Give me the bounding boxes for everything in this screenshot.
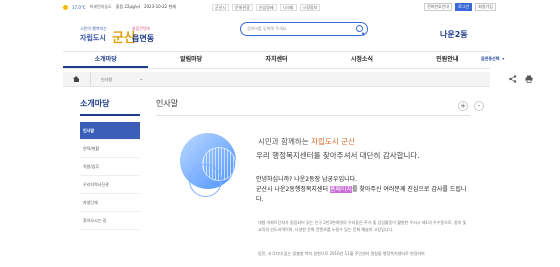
greeting-headline-highlight: 자립도시 군산 <box>311 137 355 146</box>
site-logo[interactable]: 시민이 행복하는 자립도시 군산 통합콘텐츠 읍면동 <box>78 24 158 48</box>
home-icon[interactable] <box>73 76 80 82</box>
main-content: 인사말 + - <box>156 98 484 116</box>
greeting-subline: 우리 행정복지센터를 찾아주셔서 대단히 감사합니다. <box>256 151 420 160</box>
logo-city-text: 자립도시 <box>80 34 106 42</box>
nav-autonomy[interactable]: 자치센터 <box>234 52 319 68</box>
site-header: 시민이 행복하는 자립도시 군산 통합콘텐츠 읍면동 검색어를 입력해 주세요.… <box>0 14 560 50</box>
intro-line-1: 안녕하십니까? 나운2동장 남궁우입니다. <box>256 176 358 183</box>
search-icon[interactable] <box>356 25 363 32</box>
body-paragraph-1: 대형 아파트단지가 밀집되어 있는 인구 2만3천여명의 우리동은 주거 및 상… <box>258 220 467 232</box>
share-icon[interactable] <box>509 75 517 83</box>
left-nav-groups[interactable]: 자생단체 <box>80 194 140 212</box>
weather-widget: 17.0°C 미세먼지농도 좋음 22μg/㎥ 2023-10-22 현재 <box>63 4 176 10</box>
left-nav-title: 소개마당 <box>80 98 140 116</box>
greeting-headline: 시민과 함께하는 자립도시 군산 <box>258 136 355 147</box>
breadcrumb-current[interactable]: 인사말 <box>101 77 112 83</box>
dust-level: 좋음 22μg/㎥ <box>115 4 140 9</box>
top-right-buttons: 전화번호안내 로그인 회원가입 <box>424 3 496 11</box>
top-link-info[interactable]: 시정정보 <box>299 4 321 11</box>
dong-select[interactable]: 읍면동선택 <box>481 56 521 62</box>
nav-civil[interactable]: 민원안내 <box>405 52 490 68</box>
search-box[interactable]: 검색어를 입력해 주세요. <box>240 22 368 36</box>
signup-button[interactable]: 회원가입 <box>475 3 496 11</box>
left-nav-gallery[interactable]: 우리지역사진관 <box>80 176 140 194</box>
left-nav-directions[interactable]: 찾아오시는 길 <box>80 212 140 230</box>
intro-line-2: 군산시 나운2동행정복지센터 홈페이지를 찾아주신 여러분께 진심으로 감사를 … <box>256 185 472 205</box>
nav-news[interactable]: 시정소식 <box>319 52 404 68</box>
weather-date: 2023-10-22 현재 <box>143 4 176 9</box>
top-link-economy[interactable]: 산업경제 <box>255 4 277 11</box>
left-nav-greeting[interactable]: 인사말 <box>80 122 140 140</box>
chevron-down-icon[interactable]: ⌄ <box>139 76 143 82</box>
zoom-in-button[interactable]: + <box>458 101 468 111</box>
top-utility-bar: 17.0°C 미세먼지농도 좋음 22μg/㎥ 2023-10-22 현재 군산… <box>0 0 560 14</box>
temperature: 17.0°C <box>72 4 86 10</box>
search-placeholder: 검색어를 입력해 주세요. <box>247 26 288 31</box>
dong-name: 나운2동 <box>440 30 468 39</box>
zoom-out-button[interactable]: - <box>474 101 484 111</box>
weather-label: 미세먼지농도 <box>89 4 112 9</box>
login-button[interactable]: 로그인 <box>455 3 473 11</box>
ring-graphic <box>189 164 222 197</box>
top-link-gunsan[interactable]: 군산시 <box>212 4 230 11</box>
main-nav: 소개마당 알림마당 자치센터 시정소식 민원안내 읍면동선택 <box>63 51 499 69</box>
top-link-council[interactable]: 시의회 <box>279 4 297 11</box>
logo-slogan: 시민이 행복하는 <box>80 26 108 31</box>
phone-guide-button[interactable]: 전화번호안내 <box>424 3 453 11</box>
nav-notice[interactable]: 알림마당 <box>148 52 233 68</box>
intro-text: 안녕하십니까? 나운2동장 남궁우입니다. 군산시 나운2동행정복지센터 홈페이… <box>256 175 472 205</box>
greeting-headline-a: 시민과 함께하는 <box>258 137 312 146</box>
page-title: 인사말 <box>156 98 470 116</box>
top-links: 군산시 문화관광 산업경제 시의회 시정정보 <box>212 4 321 11</box>
left-nav-staff[interactable]: 직원/업무 <box>80 158 140 176</box>
breadcrumb: 인사말 ⌄ <box>63 72 533 87</box>
nav-intro[interactable]: 소개마당 <box>63 52 149 68</box>
sun-icon <box>63 4 68 10</box>
logo-town: 읍면동 <box>132 34 155 43</box>
left-nav-history[interactable]: 연혁/현황 <box>80 140 140 158</box>
left-nav-menu: 인사말 연혁/현황 직원/업무 우리지역사진관 자생단체 찾아오시는 길 <box>80 122 140 230</box>
print-icon[interactable] <box>525 75 533 83</box>
logo-tag: 통합콘텐츠 <box>132 26 151 31</box>
greeting-illustration <box>180 133 240 197</box>
top-link-tourism[interactable]: 문화관광 <box>232 4 253 11</box>
left-nav: 소개마당 인사말 연혁/현황 직원/업무 우리지역사진관 자생단체 찾아오시는 … <box>80 98 140 230</box>
intro-line-2a: 군산시 나운2동행정복지센터 <box>256 186 330 193</box>
breadcrumb-divider <box>90 72 91 87</box>
intro-highlight: 홈페이지 <box>329 186 352 193</box>
body-paragraph-2: 동민, 사각지대 없는 맞춤형 복지 실현으로 2016년 11월 주민센터 명… <box>258 251 425 256</box>
